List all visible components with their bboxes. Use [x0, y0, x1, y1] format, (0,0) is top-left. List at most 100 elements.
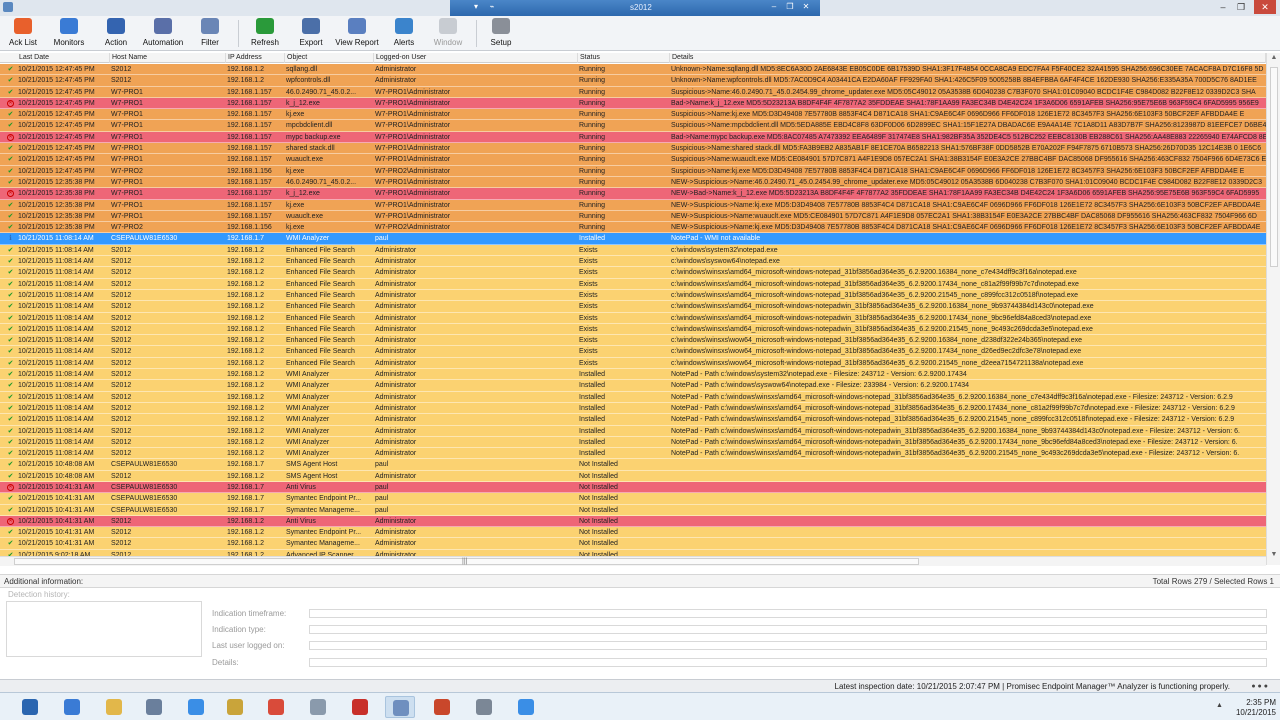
refresh-button[interactable]: Refresh: [246, 18, 284, 49]
cell-ip-address: 192.168.1.2: [227, 438, 264, 446]
taskbar-button[interactable]: [427, 696, 457, 718]
clock-date[interactable]: 10/21/2015: [1236, 708, 1276, 717]
table-row[interactable]: ✔ 10/21/2015 11:08:14 AM S2012 192.168.1.2 W…: [0, 402, 1266, 415]
table-row[interactable]: ✔ 10/21/2015 11:08:14 AM S2012 192.168.1.2 W…: [0, 425, 1266, 437]
remote-restore-button[interactable]: ❐: [784, 2, 796, 12]
taskbar-button[interactable]: [469, 696, 499, 718]
table-row[interactable]: ✕ 10/21/2015 12:35:38 PM W7-PRO1 192.168.1.…: [0, 188, 1266, 200]
last-user-field[interactable]: [309, 641, 1267, 650]
taskbar-button[interactable]: [220, 696, 250, 718]
close-button[interactable]: ✕: [1254, 0, 1276, 14]
column-header-ip-address[interactable]: IP Address: [227, 53, 285, 63]
cell-host-name: S2012: [111, 359, 132, 367]
maximize-button[interactable]: ❐: [1232, 0, 1250, 14]
table-row[interactable]: ✔ 10/21/2015 11:08:14 AM S2012 192.168.1.2 W…: [0, 380, 1266, 392]
table-row[interactable]: ✔ 10/21/2015 11:08:14 AM S2012 192.168.1.2 W…: [0, 448, 1266, 460]
pin-icon[interactable]: ▾: [470, 2, 482, 12]
window-button[interactable]: Window: [428, 18, 468, 49]
column-header-object[interactable]: Object: [286, 53, 374, 63]
details-field[interactable]: [309, 658, 1267, 667]
column-header-details[interactable]: Details: [671, 53, 1266, 63]
taskbar-button[interactable]: [99, 696, 129, 718]
table-row[interactable]: ✔ 10/21/2015 12:47:45 PM W7-PRO2 192.168.1.…: [0, 165, 1266, 177]
table-row[interactable]: ✔ 10/21/2015 10:41:31 AM CSEPAULW81E6530 19…: [0, 493, 1266, 505]
horizontal-scrollbar[interactable]: |||: [0, 556, 1266, 566]
alerts-button[interactable]: Alerts: [388, 18, 420, 49]
view-report-button[interactable]: View Report: [334, 18, 380, 49]
action-button[interactable]: Action: [98, 18, 134, 49]
table-row[interactable]: ✔ 10/21/2015 11:08:14 AM S2012 192.168.1.2 W…: [0, 391, 1266, 403]
ack-list-button[interactable]: Ack List: [4, 18, 42, 49]
indication-timeframe-field[interactable]: [309, 609, 1267, 618]
column-header-last-date[interactable]: Last Date: [18, 53, 110, 63]
table-row[interactable]: ✔ 10/21/2015 11:08:14 AM S2012 192.168.1.2 E…: [0, 267, 1266, 279]
table-row[interactable]: ✔ 10/21/2015 11:08:14 AM S2012 192.168.1.2 E…: [0, 244, 1266, 257]
taskbar-button[interactable]: [139, 696, 169, 718]
table-row[interactable]: ✔ 10/21/2015 12:47:45 PM W7-PRO1 192.168.1.…: [0, 143, 1266, 155]
indication-type-field[interactable]: [309, 625, 1267, 634]
table-row[interactable]: ✔ 10/21/2015 11:08:14 AM S2012 192.168.1.2 W…: [0, 436, 1266, 449]
table-row[interactable]: ✔ 10/21/2015 12:47:45 PM W7-PRO1 192.168.1.…: [0, 86, 1266, 98]
table-row[interactable]: ✔ 10/21/2015 11:08:14 AM S2012 192.168.1.2 E…: [0, 346, 1266, 358]
automation-button[interactable]: Automation: [140, 18, 186, 49]
table-row[interactable]: ✔ 10/21/2015 11:08:14 AM S2012 192.168.1.2 E…: [0, 278, 1266, 290]
column-header-logged-on-user[interactable]: Logged-on User: [375, 53, 578, 63]
table-row[interactable]: ✕ 10/21/2015 12:47:45 PM W7-PRO1 192.168.1.…: [0, 97, 1266, 110]
column-header-host-name[interactable]: Host Name: [111, 53, 226, 63]
table-row[interactable]: ✔ 10/21/2015 12:47:45 PM S2012 192.168.1.2 w…: [0, 75, 1266, 87]
table-row[interactable]: ✔ 10/21/2015 12:35:38 PM W7-PRO1 192.168.1.…: [0, 199, 1266, 211]
table-row[interactable]: ✔ 10/21/2015 11:08:14 AM S2012 192.168.1.2 E…: [0, 323, 1266, 336]
table-row[interactable]: ℹ 10/21/2015 11:08:14 AM CSEPAULW81E6530 19…: [0, 233, 1266, 245]
table-row[interactable]: ✔ 10/21/2015 10:48:08 AM CSEPAULW81E6530 19…: [0, 459, 1266, 471]
table-row[interactable]: ✔ 10/21/2015 10:41:31 AM S2012 192.168.1.2 S…: [0, 538, 1266, 550]
table-row[interactable]: ✔ 10/21/2015 12:35:38 PM W7-PRO2 192.168.1.…: [0, 222, 1266, 234]
cell-details: [671, 493, 1266, 504]
table-row[interactable]: ✔ 10/21/2015 12:35:38 PM W7-PRO1 192.168.1.…: [0, 176, 1266, 189]
remote-close-button[interactable]: ✕: [800, 2, 812, 12]
table-row[interactable]: ✕ 10/21/2015 12:47:45 PM W7-PRO1 192.168.1.…: [0, 131, 1266, 144]
taskbar-button[interactable]: [181, 696, 211, 718]
taskbar-button[interactable]: [15, 696, 45, 718]
taskbar-button[interactable]: [385, 696, 415, 718]
table-row[interactable]: ✔ 10/21/2015 11:08:14 AM S2012 192.168.1.2 E…: [0, 357, 1266, 370]
taskbar-button[interactable]: [261, 696, 291, 718]
scroll-down-icon[interactable]: ▼: [1269, 551, 1279, 561]
table-row[interactable]: ✔ 10/21/2015 11:08:14 AM S2012 192.168.1.2 E…: [0, 312, 1266, 324]
cell-object: Enhanced File Search: [286, 325, 355, 333]
remote-minimize-button[interactable]: –: [768, 2, 780, 12]
detection-history-list[interactable]: [6, 601, 202, 657]
setup-button[interactable]: Setup: [484, 18, 518, 49]
table-row[interactable]: ✔ 10/21/2015 12:47:45 PM S2012 192.168.1.2 s…: [0, 64, 1266, 76]
table-row[interactable]: ✔ 10/21/2015 11:08:14 AM S2012 192.168.1.2 W…: [0, 369, 1266, 381]
table-row[interactable]: ✔ 10/21/2015 11:08:14 AM S2012 192.168.1.2 E…: [0, 301, 1266, 313]
table-row[interactable]: ✔ 10/21/2015 10:41:31 AM S2012 192.168.1.2 S…: [0, 527, 1266, 539]
table-row[interactable]: ✔ 10/21/2015 10:41:31 AM CSEPAULW81E6530 19…: [0, 504, 1266, 516]
table-row[interactable]: ✔ 10/21/2015 12:47:45 PM W7-PRO1 192.168.1.…: [0, 120, 1266, 132]
table-row[interactable]: ✔ 10/21/2015 11:08:14 AM S2012 192.168.1.2 E…: [0, 256, 1266, 268]
vertical-scrollbar[interactable]: ▲ ▼: [1266, 53, 1280, 565]
taskbar-button[interactable]: [511, 696, 541, 718]
clock-time[interactable]: 2:35 PM: [1246, 698, 1276, 707]
table-row[interactable]: ✕ 10/21/2015 10:41:31 AM S2012 192.168.1.2 A…: [0, 515, 1266, 528]
table-row[interactable]: ✔ 10/21/2015 12:35:38 PM W7-PRO1 192.168.1.…: [0, 210, 1266, 223]
cell-object: SMS Agent Host: [286, 472, 338, 480]
table-row[interactable]: ✔ 10/21/2015 11:08:14 AM S2012 192.168.1.2 W…: [0, 414, 1266, 426]
monitors-button[interactable]: Monitors: [50, 18, 88, 49]
column-header-status[interactable]: Status: [579, 53, 670, 63]
table-row[interactable]: ✔ 10/21/2015 11:08:14 AM S2012 192.168.1.2 E…: [0, 335, 1266, 347]
table-row[interactable]: ✔ 10/21/2015 12:47:45 PM W7-PRO1 192.168.1.…: [0, 154, 1266, 166]
tray-overflow-icon[interactable]: ▲: [1216, 702, 1223, 709]
cell-object: WMI Analyzer: [286, 404, 330, 412]
minimize-button[interactable]: –: [1214, 0, 1232, 14]
taskbar-button[interactable]: [57, 696, 87, 718]
table-row[interactable]: ✔ 10/21/2015 12:47:45 PM W7-PRO1 192.168.1.…: [0, 109, 1266, 121]
export-button[interactable]: Export: [292, 18, 330, 49]
table-row[interactable]: ✔ 10/21/2015 11:08:14 AM S2012 192.168.1.2 E…: [0, 289, 1266, 302]
table-row[interactable]: ✕ 10/21/2015 10:41:31 AM CSEPAULW81E6530 19…: [0, 481, 1266, 494]
scroll-up-icon[interactable]: ▲: [1269, 54, 1279, 64]
filter-button[interactable]: Filter: [192, 18, 228, 49]
taskbar-button[interactable]: [345, 696, 375, 718]
scroll-thumb[interactable]: [1270, 67, 1278, 267]
taskbar-button[interactable]: [303, 696, 333, 718]
table-row[interactable]: ✔ 10/21/2015 10:48:08 AM S2012 192.168.1.2 S…: [0, 470, 1266, 482]
